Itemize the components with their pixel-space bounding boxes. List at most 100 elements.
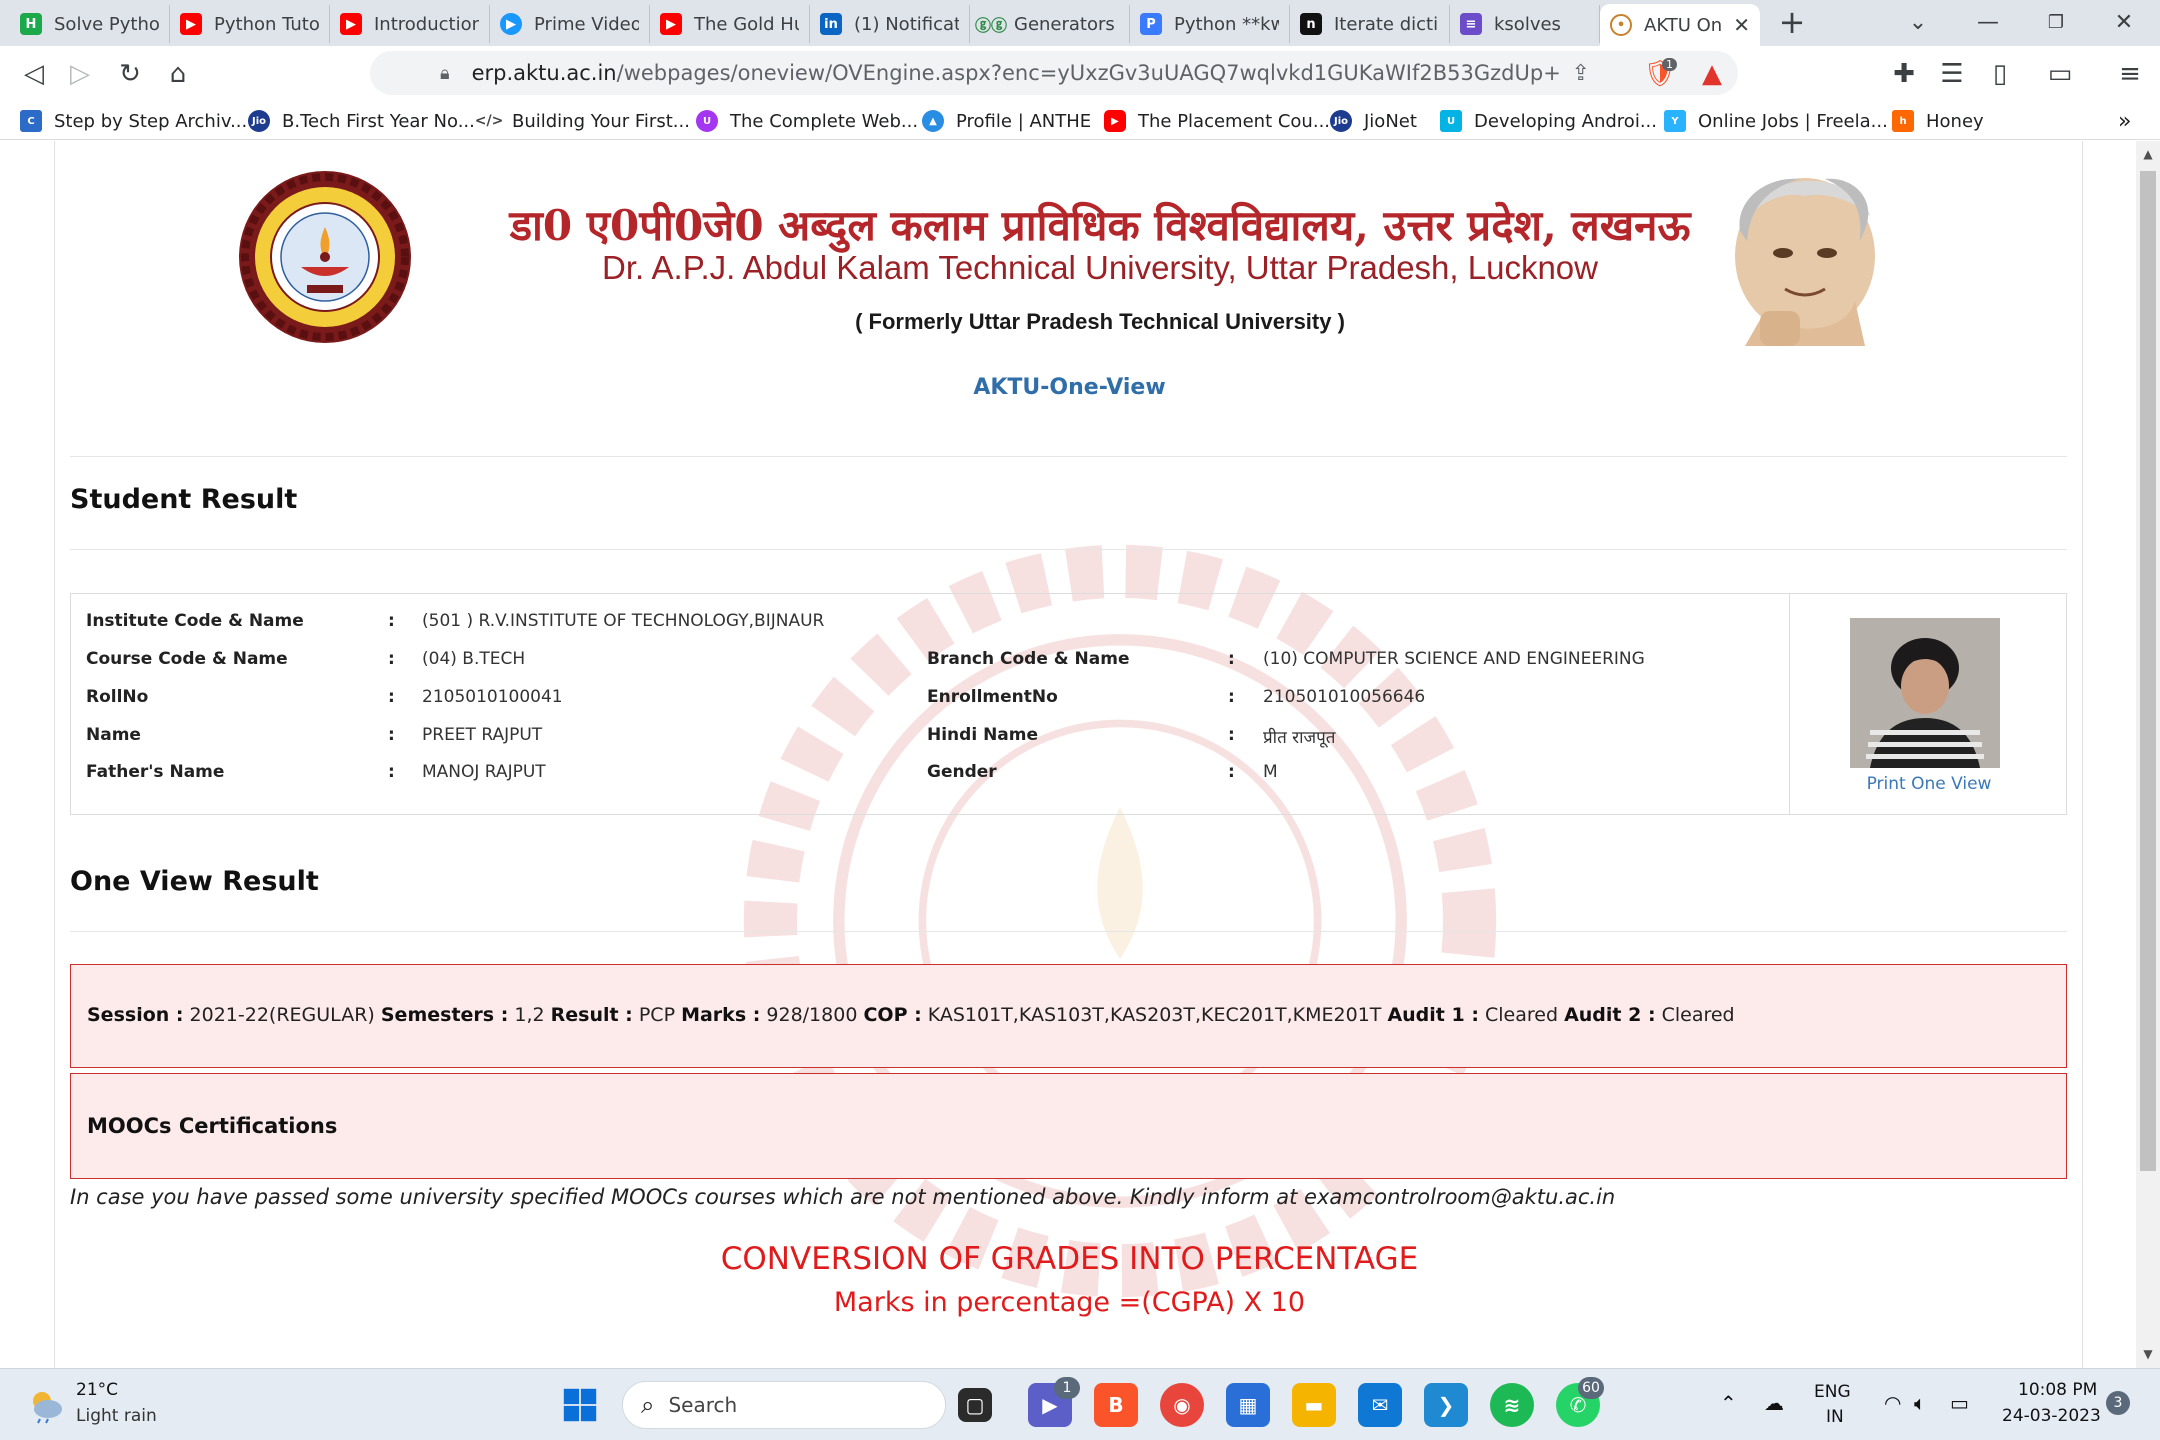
back-icon[interactable]: ◁	[14, 54, 54, 94]
vscode-icon[interactable]: ❯	[1424, 1383, 1468, 1427]
tab-solve-python[interactable]: H Solve Python	[10, 5, 170, 43]
scroll-up-icon[interactable]: ▲	[2140, 147, 2156, 161]
taskbar-search-box[interactable]: ⌕ Search	[622, 1381, 946, 1429]
cop-value: KAS101T,KAS103T,KAS203T,KEC201T,KME201T	[927, 1004, 1382, 1026]
browser-toolbar: ◁ ▷ ↻ ⌂ 🔖︎ 🔒︎ erp.aktu.ac.in/webpages/on…	[0, 46, 2160, 100]
semesters-value: 1,2	[514, 1004, 545, 1026]
tab-linkedin-notifications[interactable]: in (1) Notificati	[810, 5, 970, 43]
show-hidden-icons[interactable]: ⌃	[1720, 1391, 1737, 1415]
url-text[interactable]: erp.aktu.ac.in/webpages/oneview/OVEngine…	[472, 61, 1562, 85]
tab-introduction[interactable]: ▶ Introduction	[330, 5, 490, 43]
aktu-one-view-link[interactable]: AKTU-One-View	[55, 375, 2082, 400]
language-bottom[interactable]: IN	[1826, 1407, 1844, 1427]
english-title: Dr. A.P.J. Abdul Kalam Technical Univers…	[602, 249, 1598, 286]
bookmark-complete-web[interactable]: U The Complete Web...	[696, 108, 918, 134]
extensions-icon[interactable]: ✚	[1884, 54, 1924, 94]
scrollbar-thumb[interactable]	[2140, 171, 2156, 1171]
audit1-label: Audit 1 :	[1387, 1004, 1479, 1026]
clock-time[interactable]: 10:08 PM	[2018, 1380, 2097, 1400]
course-value: (04) B.TECH	[422, 649, 526, 669]
store-icon[interactable]: ▦	[1226, 1383, 1270, 1427]
tab-ksolves[interactable]: ≡ ksolves	[1450, 5, 1600, 43]
clock-date[interactable]: 24-03-2023	[2002, 1406, 2101, 1426]
volume-icon[interactable]: 🔈︎	[1914, 1391, 1926, 1415]
separator: :	[1228, 687, 1235, 707]
tab-iterate-dictionary[interactable]: n Iterate dictio	[1290, 5, 1450, 43]
separator: :	[1228, 762, 1235, 782]
brave-icon[interactable]: B	[1094, 1383, 1138, 1427]
menu-icon[interactable]: ≡	[2110, 54, 2150, 94]
task-view-icon[interactable]: ▢	[958, 1388, 992, 1422]
bookmark-placement-course[interactable]: ▶ The Placement Cou...	[1104, 108, 1330, 134]
tab-aktu-oneview[interactable]: • AKTU On ✕	[1600, 4, 1760, 46]
wifi-icon[interactable]: ◠	[1884, 1391, 1901, 1415]
sidebar-icon[interactable]: ▯	[1980, 54, 2020, 94]
result-label: Result :	[550, 1004, 633, 1026]
playlist-icon[interactable]: ☰	[1932, 54, 1972, 94]
reload-icon[interactable]: ↻	[110, 54, 150, 94]
chrome-icon[interactable]: ◉	[1160, 1383, 1204, 1427]
file-explorer-icon[interactable]: ▬	[1292, 1383, 1336, 1427]
print-one-view-link[interactable]: Print One View	[1790, 774, 2068, 794]
tab-generators[interactable]: ⓖⓖ Generators in	[970, 5, 1130, 43]
tab-python-kwargs[interactable]: P Python **kw	[1130, 5, 1290, 43]
language-top[interactable]: ENG	[1814, 1382, 1851, 1402]
scroll-down-icon[interactable]: ▼	[2140, 1347, 2156, 1361]
bookmark-honey[interactable]: h Honey	[1892, 108, 1984, 134]
bookmark-building-first[interactable]: </> Building Your First...	[474, 108, 690, 134]
bookmark-jionet[interactable]: Jio JioNet	[1330, 108, 1417, 134]
bookmark-step-by-step[interactable]: C Step by Step Archiv...	[20, 108, 247, 134]
bookmark-online-jobs[interactable]: Y Online Jobs | Freela...	[1664, 108, 1888, 134]
marks-label: Marks :	[681, 1004, 761, 1026]
notion-icon: n	[1300, 13, 1322, 35]
more-bookmarks-button[interactable]: »	[2118, 108, 2131, 134]
tab-gold-hunt[interactable]: ▶ The Gold Hu	[650, 5, 810, 43]
separator: :	[1228, 649, 1235, 669]
rollno-label: RollNo	[86, 687, 149, 707]
address-bar[interactable]: 🔒︎ erp.aktu.ac.in/webpages/oneview/OVEng…	[370, 51, 1738, 95]
audit2-label: Audit 2 :	[1564, 1004, 1656, 1026]
separator: :	[1228, 725, 1235, 745]
tab-python-tutor[interactable]: ▶ Python Tutor	[170, 5, 330, 43]
mail-icon[interactable]: ✉	[1358, 1383, 1402, 1427]
separator: :	[388, 649, 395, 669]
moocs-box: MOOCs Certifications	[70, 1073, 2067, 1179]
code-icon: </>	[474, 113, 504, 129]
session-result-box: Session : 2021-22(REGULAR) Semesters : 1…	[70, 964, 2067, 1068]
notification-count[interactable]: 3	[2106, 1391, 2130, 1415]
start-icon[interactable]	[558, 1383, 602, 1427]
new-tab-button[interactable]: +	[1762, 0, 1822, 44]
marks-value: 928/1800	[766, 1004, 858, 1026]
gender-label: Gender	[927, 762, 997, 782]
student-result-heading: Student Result	[70, 484, 298, 515]
youtube-icon: ▶	[1104, 110, 1126, 132]
former-name: ( Formerly Uttar Pradesh Technical Unive…	[855, 309, 1345, 334]
name-label: Name	[86, 725, 141, 745]
restore-icon[interactable]: ❐	[2026, 0, 2086, 44]
window-close-icon[interactable]: ✕	[2094, 0, 2154, 44]
forward-icon[interactable]: ▷	[60, 54, 100, 94]
site-info-icon[interactable]: 🔒︎	[440, 63, 450, 84]
bookmark-btech-notes[interactable]: Jio B.Tech First Year No...	[248, 108, 475, 134]
hindi-title: डा0 ए0पी0जे0 अब्दुल कलाम प्राविधिक विश्व…	[509, 201, 1691, 250]
weather-icon[interactable]	[26, 1385, 66, 1425]
share-icon[interactable]: ⇪	[1572, 61, 1590, 86]
page-scrollbar[interactable]: ▲ ▼	[2136, 141, 2160, 1368]
bookmark-developing-android[interactable]: U Developing Androi...	[1440, 108, 1657, 134]
student-info-box: Institute Code & Name : (501 ) R.V.INSTI…	[70, 593, 2067, 815]
wallet-icon[interactable]: ▭	[2040, 54, 2080, 94]
session-label: Session :	[87, 1004, 184, 1026]
tab-prime-video[interactable]: ▶ Prime Video	[490, 5, 650, 43]
windows-taskbar: 21°C Light rain ⌕ Search ▢ ▶ 1 B ◉ ▦ ▬ ✉…	[0, 1368, 2160, 1440]
tab-search-icon[interactable]: ⌄	[1888, 0, 1948, 44]
close-tab-icon[interactable]: ✕	[1725, 13, 1750, 37]
minimize-icon[interactable]: —	[1958, 0, 2018, 44]
chat-badge: 1	[1054, 1377, 1080, 1399]
battery-icon[interactable]: ▭	[1950, 1391, 1969, 1415]
home-icon[interactable]: ⌂	[158, 54, 198, 94]
spotify-icon[interactable]: ≋	[1490, 1383, 1534, 1427]
brave-rewards-icon[interactable]: ▲	[1692, 54, 1732, 94]
bookmark-anthe[interactable]: ▲ Profile | ANTHE	[922, 108, 1091, 134]
onedrive-icon[interactable]: ☁	[1764, 1391, 1784, 1415]
moocs-title: MOOCs Certifications	[87, 1114, 338, 1138]
